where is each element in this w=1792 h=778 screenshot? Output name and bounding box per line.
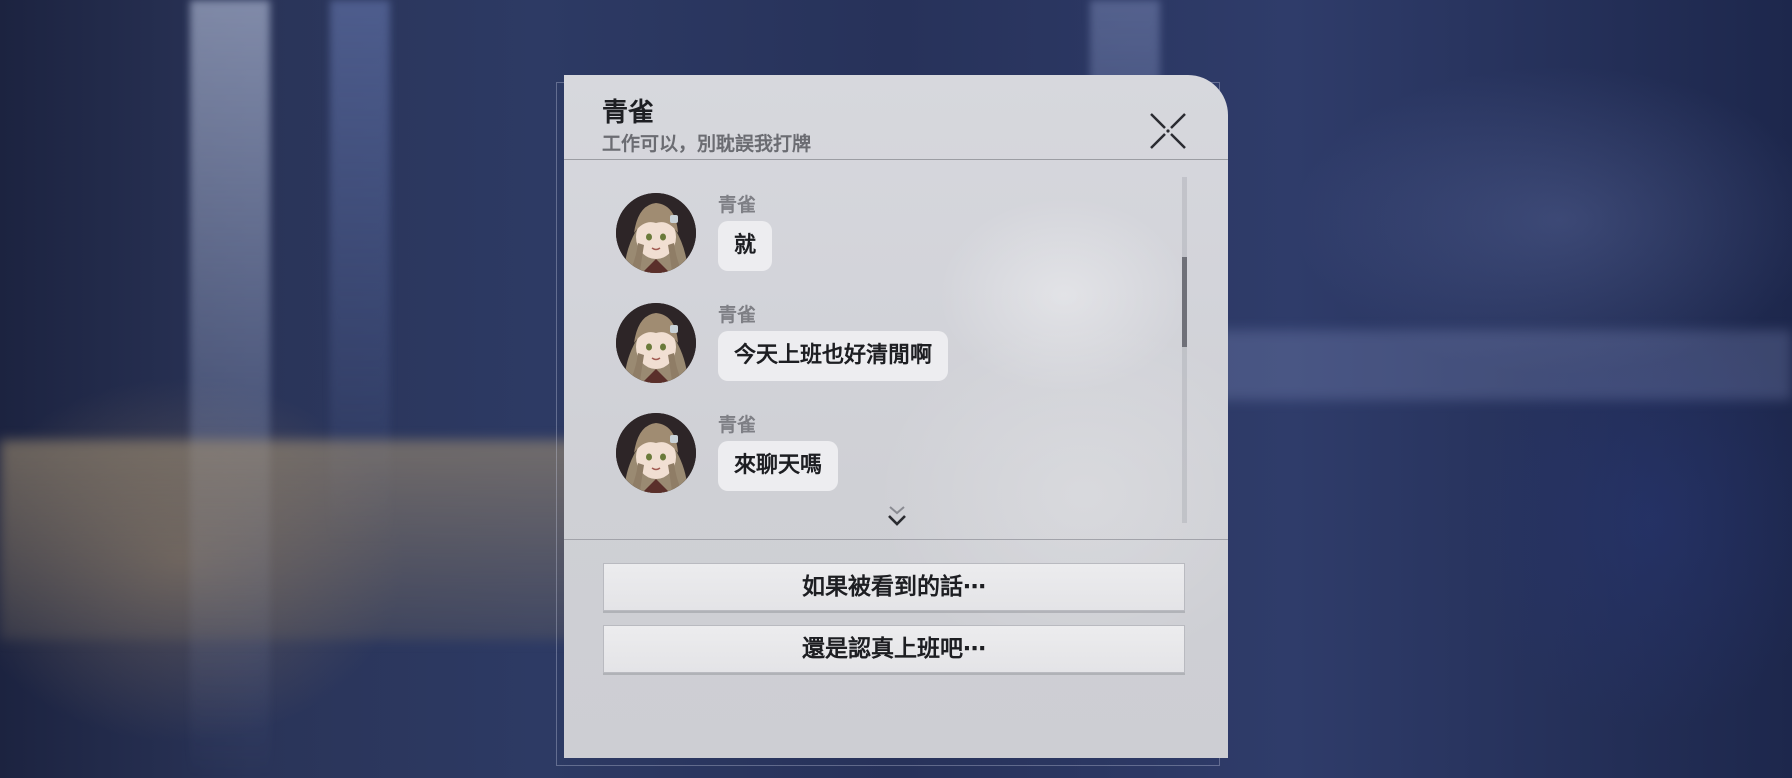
scroll-more-button[interactable] bbox=[886, 503, 908, 529]
qingque-avatar[interactable] bbox=[616, 413, 696, 493]
chevron-down-double-icon bbox=[888, 506, 906, 526]
background-desk bbox=[0, 440, 600, 640]
reply-option-2[interactable]: 還是認真上班吧⋯ bbox=[603, 625, 1185, 673]
close-button[interactable] bbox=[1148, 111, 1188, 151]
background-pillar bbox=[190, 0, 270, 778]
qingque-avatar[interactable] bbox=[616, 303, 696, 383]
divider bbox=[564, 539, 1228, 540]
qingque-avatar[interactable] bbox=[616, 193, 696, 273]
background-pillar bbox=[330, 0, 390, 778]
message-bubble: 就 bbox=[718, 221, 773, 271]
close-icon bbox=[1150, 113, 1186, 149]
contact-signature: 工作可以，別耽誤我打牌 bbox=[602, 133, 812, 155]
chat-dialog: 青雀 工作可以，別耽誤我打牌 青雀 就 青雀 今天上班也好清閒啊 青雀 來聊天嗎… bbox=[564, 75, 1228, 758]
message-sender: 青雀 bbox=[718, 414, 757, 436]
chat-header: 青雀 工作可以，別耽誤我打牌 bbox=[564, 75, 1228, 160]
scrollbar-thumb[interactable] bbox=[1182, 257, 1187, 347]
message-sender: 青雀 bbox=[718, 304, 757, 326]
message-list[interactable]: 青雀 就 青雀 今天上班也好清閒啊 青雀 來聊天嗎 bbox=[564, 161, 1228, 541]
background-shelf bbox=[1180, 330, 1792, 400]
reply-option-1[interactable]: 如果被看到的話⋯ bbox=[603, 563, 1185, 611]
message-bubble: 今天上班也好清閒啊 bbox=[718, 331, 949, 381]
scrollbar-track[interactable] bbox=[1182, 177, 1187, 523]
message-bubble: 來聊天嗎 bbox=[718, 441, 839, 491]
contact-name: 青雀 bbox=[602, 98, 655, 128]
message-sender: 青雀 bbox=[718, 194, 757, 216]
